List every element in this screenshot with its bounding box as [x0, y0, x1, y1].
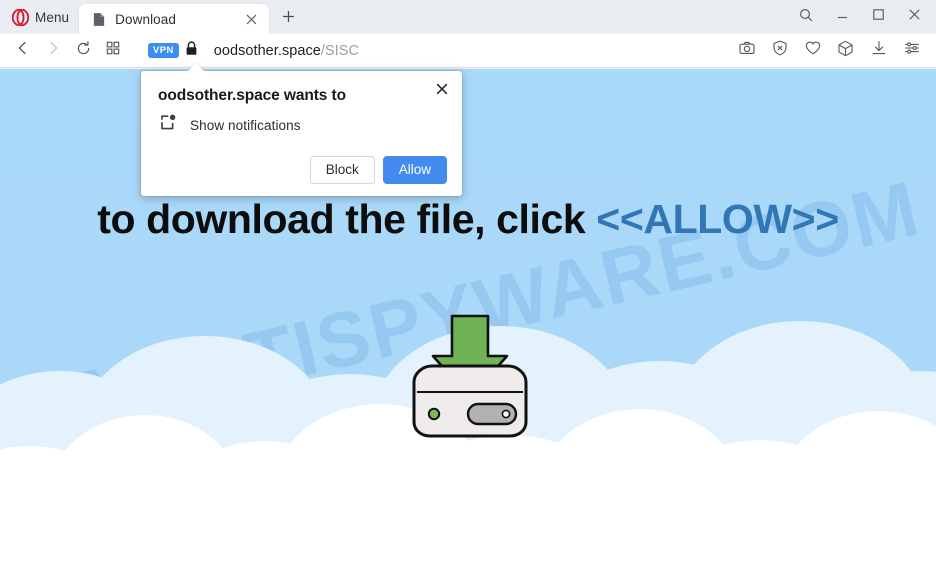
minimize-icon — [836, 8, 849, 26]
grid-squares-icon — [106, 41, 120, 60]
window-controls — [788, 0, 936, 34]
address-bar: VPN oodsother.space/SISC — [0, 34, 936, 68]
search-tabs-button[interactable] — [788, 2, 824, 32]
url-text: oodsother.space/SISC — [214, 43, 359, 59]
tab-strip: Menu Download — [0, 0, 936, 34]
chevron-left-icon — [16, 41, 30, 60]
plus-icon — [282, 10, 295, 28]
notification-permission-dialog: oodsother.space wants to Show notificati… — [141, 63, 462, 196]
heart-icon — [805, 40, 821, 61]
camera-icon — [738, 40, 755, 61]
opera-logo-icon — [12, 8, 29, 26]
page-file-icon — [92, 12, 106, 27]
maximize-icon — [872, 8, 885, 26]
address-bar-tools — [730, 37, 928, 65]
opera-menu-button[interactable]: Menu — [0, 0, 79, 34]
cube-icon — [837, 40, 854, 62]
snapshot-button[interactable] — [730, 37, 763, 65]
sliders-icon — [904, 40, 920, 61]
minimize-button[interactable] — [824, 2, 860, 32]
close-icon — [436, 82, 448, 100]
site-security-button[interactable] — [179, 39, 205, 63]
close-window-button[interactable] — [896, 2, 932, 32]
headline-prefix: to download the file, click — [97, 196, 597, 242]
dialog-close-button[interactable] — [431, 80, 453, 102]
url-input[interactable]: VPN oodsother.space/SISC — [128, 37, 730, 65]
tab-title: Download — [115, 11, 177, 27]
dialog-pointer-arrow — [188, 63, 204, 71]
url-domain: oodsother.space — [213, 42, 321, 59]
easy-setup-button[interactable] — [895, 37, 928, 65]
new-tab-button[interactable] — [273, 4, 303, 34]
allow-button[interactable]: Allow — [382, 156, 447, 184]
ad-blocker-button[interactable] — [763, 37, 796, 65]
url-path: /SISC — [320, 42, 360, 59]
reload-button[interactable] — [68, 37, 98, 65]
permission-label: Show notifications — [190, 117, 301, 133]
block-button[interactable]: Block — [309, 156, 375, 184]
tab-close-icon[interactable] — [241, 9, 261, 29]
dialog-title: oodsother.space wants to — [158, 87, 346, 104]
headline-allow-highlight: <<ALLOW>> — [596, 196, 839, 242]
favorites-button[interactable] — [796, 37, 829, 65]
crypto-wallet-button[interactable] — [829, 37, 862, 65]
shield-x-icon — [772, 40, 788, 61]
speed-dial-button[interactable] — [98, 37, 128, 65]
download-arrow-icon — [871, 40, 887, 61]
close-icon — [908, 8, 921, 26]
tab-download[interactable]: Download — [79, 4, 270, 34]
search-icon — [799, 8, 813, 27]
back-button[interactable] — [8, 37, 38, 65]
downloads-button[interactable] — [862, 37, 895, 65]
maximize-button[interactable] — [860, 2, 896, 32]
chevron-right-icon — [46, 41, 60, 60]
permission-row: Show notifications — [158, 114, 447, 136]
lock-icon — [185, 40, 198, 61]
forward-button[interactable] — [38, 37, 68, 65]
notification-icon — [160, 114, 177, 136]
page-headline: to download the file, click <<ALLOW>> — [0, 196, 936, 243]
opera-menu-label: Menu — [35, 9, 70, 25]
vpn-badge[interactable]: VPN — [148, 43, 179, 58]
browser-window: Menu Download VPN oodsother.space/SISC M… — [0, 0, 936, 581]
reload-icon — [76, 40, 91, 61]
dialog-actions: Block Allow — [158, 156, 447, 184]
